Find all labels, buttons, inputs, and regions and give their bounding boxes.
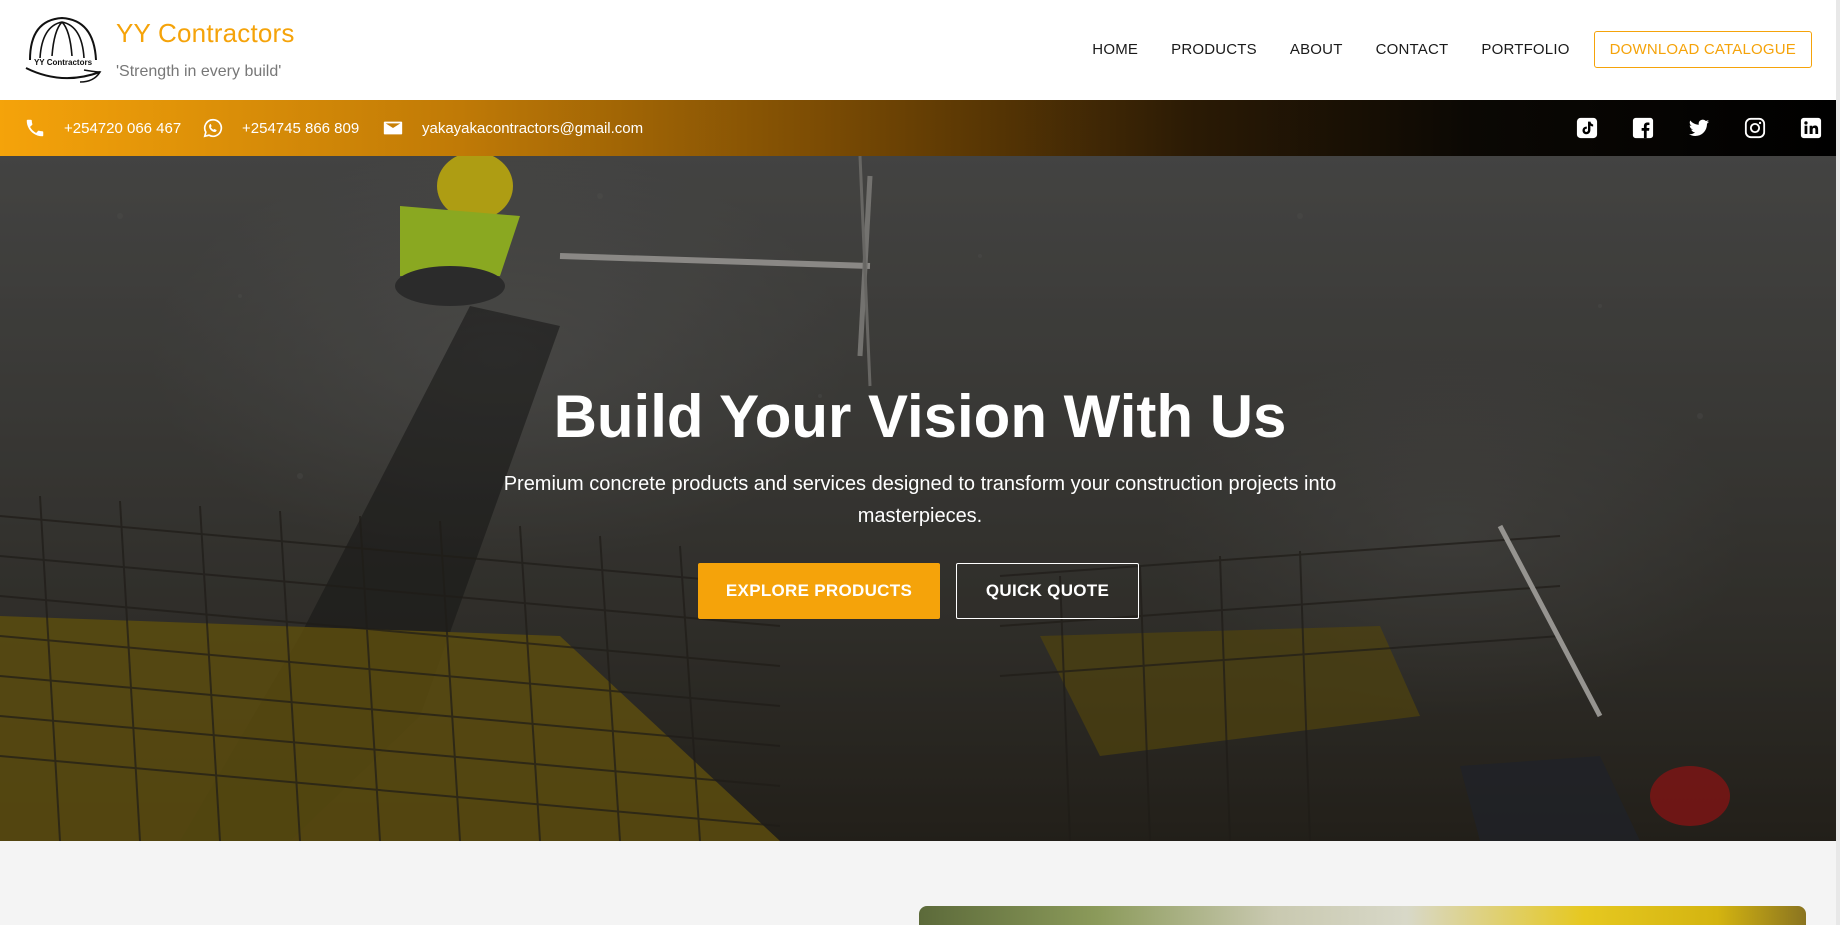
whatsapp-contact[interactable]: +254745 866 809 <box>202 100 359 156</box>
nav-about[interactable]: ABOUT <box>1290 41 1343 58</box>
nav-home[interactable]: HOME <box>1092 41 1138 58</box>
page: YY Contractors YY Contractors 'Strength … <box>0 0 1840 925</box>
main-nav: HOME PRODUCTS ABOUT CONTACT PORTFOLIO DO… <box>1092 31 1812 68</box>
tiktok-icon[interactable] <box>1576 117 1598 139</box>
download-catalogue-button[interactable]: DOWNLOAD CATALOGUE <box>1593 31 1812 68</box>
facebook-icon[interactable] <box>1632 117 1654 139</box>
email-icon <box>383 121 403 135</box>
nav-portfolio[interactable]: PORTFOLIO <box>1481 41 1569 58</box>
about-section <box>0 841 1840 925</box>
nav-products[interactable]: PRODUCTS <box>1171 41 1257 58</box>
linkedin-icon[interactable] <box>1800 117 1822 139</box>
phone-number: +254720 066 467 <box>64 119 182 137</box>
brand-name[interactable]: YY Contractors <box>116 18 295 49</box>
logo-text: YY Contractors <box>34 58 93 67</box>
phone-contact[interactable]: +254720 066 467 <box>24 100 181 156</box>
email-address: yakayakacontractors@gmail.com <box>422 119 644 137</box>
email-contact[interactable]: yakayakacontractors@gmail.com <box>382 100 643 156</box>
explore-products-button[interactable]: EXPLORE PRODUCTS <box>698 563 940 619</box>
contact-bar: +254720 066 467 +254745 866 809 yakayaka… <box>0 100 1840 156</box>
brand-block: YY Contractors 'Strength in every build' <box>116 18 295 81</box>
company-logo[interactable]: YY Contractors <box>22 12 104 86</box>
twitter-icon[interactable] <box>1688 117 1710 139</box>
page-scrollbar[interactable] <box>1836 0 1840 925</box>
quick-quote-button[interactable]: QUICK QUOTE <box>956 563 1139 619</box>
section-image <box>919 906 1806 925</box>
brand-tagline: 'Strength in every build' <box>116 63 282 80</box>
hero-section: Build Your Vision With Us Premium concre… <box>0 156 1840 841</box>
hero-subtitle: Premium concrete products and services d… <box>503 473 1337 527</box>
site-header: YY Contractors YY Contractors 'Strength … <box>0 0 1840 100</box>
phone-icon <box>26 119 44 137</box>
instagram-icon[interactable] <box>1744 117 1766 139</box>
nav-contact[interactable]: CONTACT <box>1376 41 1449 58</box>
hero-title: Build Your Vision With Us <box>553 383 1287 450</box>
whatsapp-icon <box>203 118 223 138</box>
whatsapp-number: +254745 866 809 <box>242 119 360 137</box>
social-links <box>1542 100 1822 156</box>
